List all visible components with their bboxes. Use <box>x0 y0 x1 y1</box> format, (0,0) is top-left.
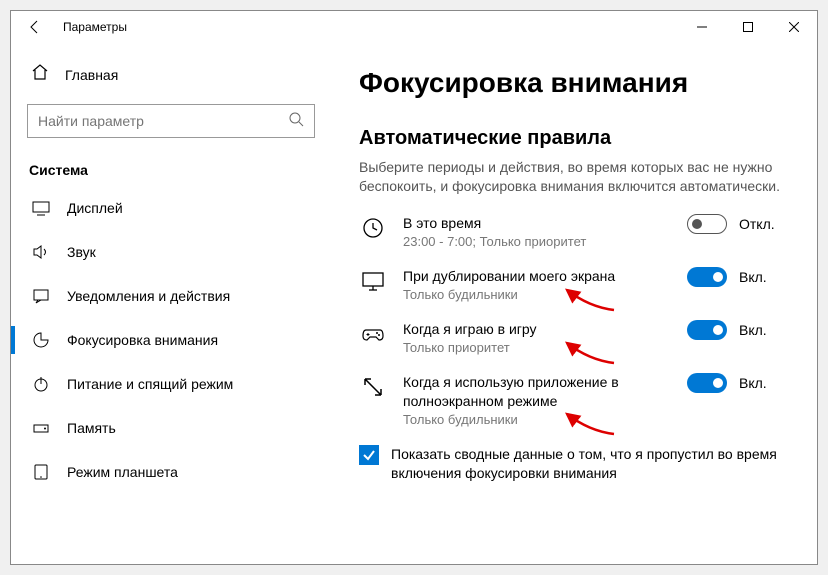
home-icon <box>31 63 49 86</box>
rule-toggle[interactable] <box>687 373 727 393</box>
rule-gaming[interactable]: Когда я играю в игру Только приоритет Вк… <box>359 320 797 355</box>
search-icon <box>288 111 304 132</box>
sidebar-item-label: Звук <box>67 244 96 260</box>
notifications-icon <box>31 287 51 305</box>
close-button[interactable] <box>771 11 817 43</box>
rule-subtitle: Только будильники <box>403 287 671 302</box>
body: Главная Система Дисплей Звук <box>11 43 817 564</box>
toggle-state: Вкл. <box>739 269 767 285</box>
clock-icon <box>359 214 387 240</box>
rule-title: При дублировании моего экрана <box>403 267 623 285</box>
window-controls <box>679 11 817 43</box>
rule-toggle[interactable] <box>687 267 727 287</box>
toggle-state: Вкл. <box>739 322 767 338</box>
fullscreen-icon <box>359 373 387 399</box>
sidebar-item-sound[interactable]: Звук <box>27 230 315 274</box>
display-icon <box>31 199 51 217</box>
summary-checkbox[interactable] <box>359 445 379 465</box>
section-header: Автоматические правила <box>359 127 797 150</box>
rule-title: Когда я использую приложение в полноэкра… <box>403 373 623 409</box>
rule-subtitle: 23:00 - 7:00; Только приоритет <box>403 234 671 249</box>
rule-duplicate-display[interactable]: При дублировании моего экрана Только буд… <box>359 267 797 302</box>
page-title: Фокусировка внимания <box>359 67 797 99</box>
focus-icon <box>31 331 51 349</box>
main-content: Фокусировка внимания Автоматические прав… <box>331 43 817 564</box>
sidebar-item-focus-assist[interactable]: Фокусировка внимания <box>27 318 315 362</box>
sound-icon <box>31 243 51 261</box>
sidebar-item-label: Режим планшета <box>67 464 178 480</box>
summary-checkbox-row[interactable]: Показать сводные данные о том, что я про… <box>359 445 797 483</box>
sidebar-home-label: Главная <box>65 67 118 83</box>
toggle-state: Откл. <box>739 216 775 232</box>
toggle-state: Вкл. <box>739 375 767 391</box>
sidebar-section-header: Система <box>27 162 315 178</box>
search-input-wrapper[interactable] <box>27 104 315 138</box>
search-input[interactable] <box>38 113 288 129</box>
storage-icon <box>31 419 51 437</box>
titlebar: Параметры <box>11 11 817 43</box>
sidebar-item-display[interactable]: Дисплей <box>27 186 315 230</box>
sidebar-item-label: Уведомления и действия <box>67 288 230 304</box>
rule-time[interactable]: В это время 23:00 - 7:00; Только приорит… <box>359 214 797 249</box>
window-title: Параметры <box>63 20 127 34</box>
rule-title: В это время <box>403 214 623 232</box>
sidebar-item-label: Фокусировка внимания <box>67 332 218 348</box>
rule-subtitle: Только приоритет <box>403 340 671 355</box>
monitor-icon <box>359 267 387 293</box>
sidebar-item-notifications[interactable]: Уведомления и действия <box>27 274 315 318</box>
sidebar-home[interactable]: Главная <box>27 55 315 94</box>
sidebar-item-power[interactable]: Питание и спящий режим <box>27 362 315 406</box>
rule-subtitle: Только будильники <box>403 412 671 427</box>
minimize-button[interactable] <box>679 11 725 43</box>
rule-toggle[interactable] <box>687 320 727 340</box>
sidebar-item-label: Питание и спящий режим <box>67 376 233 392</box>
sidebar-item-tablet[interactable]: Режим планшета <box>27 450 315 494</box>
sidebar-item-label: Дисплей <box>67 200 123 216</box>
rule-toggle[interactable] <box>687 214 727 234</box>
maximize-button[interactable] <box>725 11 771 43</box>
sidebar-nav: Дисплей Звук Уведомления и действия Фоку… <box>27 186 315 494</box>
sidebar-item-storage[interactable]: Память <box>27 406 315 450</box>
back-button[interactable] <box>27 19 59 35</box>
gamepad-icon <box>359 320 387 346</box>
power-icon <box>31 375 51 393</box>
sidebar: Главная Система Дисплей Звук <box>11 43 331 564</box>
rule-fullscreen[interactable]: Когда я использую приложение в полноэкра… <box>359 373 797 426</box>
tablet-icon <box>31 463 51 481</box>
summary-checkbox-label: Показать сводные данные о том, что я про… <box>391 445 797 483</box>
rule-title: Когда я играю в игру <box>403 320 623 338</box>
settings-window: Параметры Главная <box>10 10 818 565</box>
sidebar-item-label: Память <box>67 420 116 436</box>
section-description: Выберите периоды и действия, во время ко… <box>359 158 797 196</box>
